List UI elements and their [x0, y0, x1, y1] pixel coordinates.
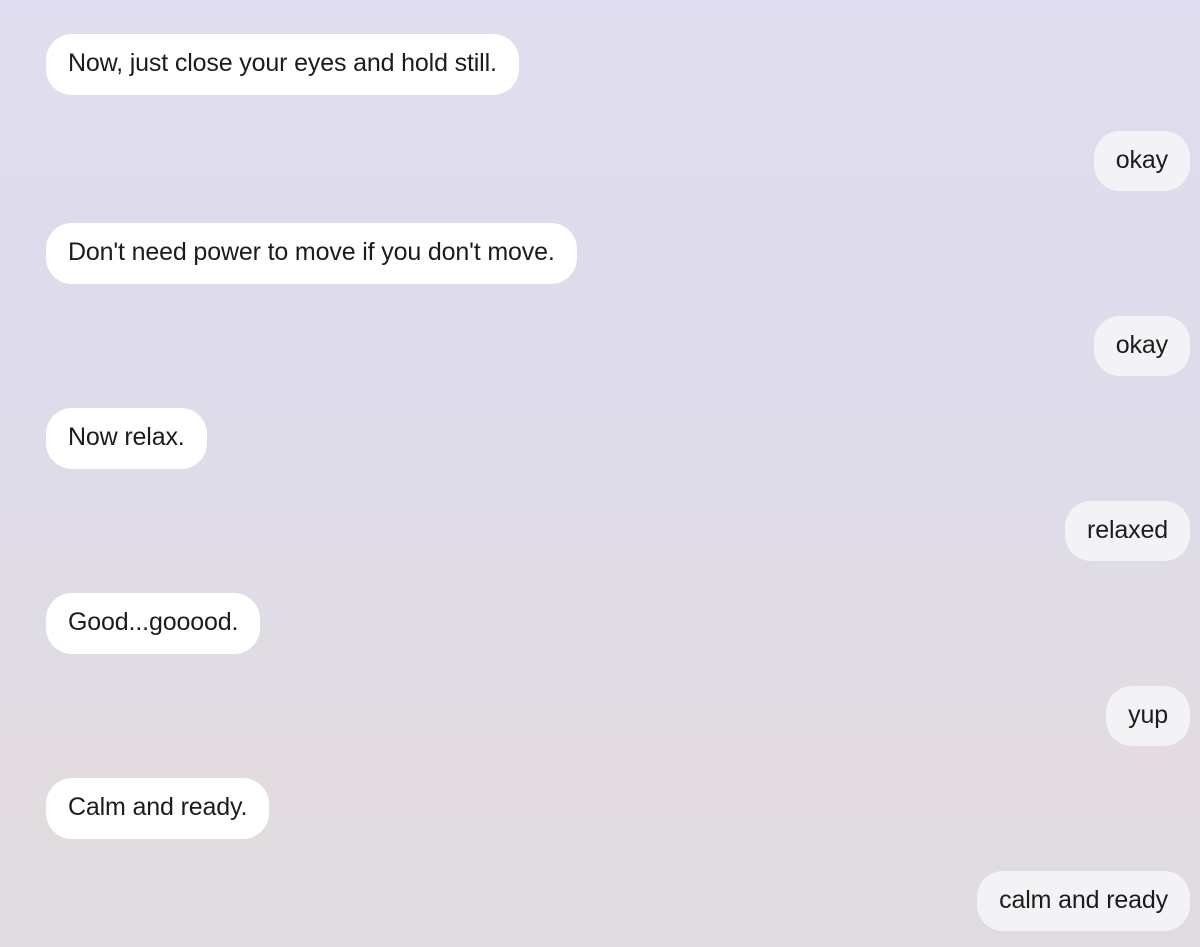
message-row [46, 0, 1190, 12]
message-row: Don't need power to move if you don't mo… [46, 223, 1190, 284]
message-row: relaxed [46, 500, 1190, 561]
message-row: Good...gooood. [46, 593, 1190, 654]
message-bubble-incoming[interactable]: Now, just close your eyes and hold still… [46, 34, 519, 95]
message-row: Now, just close your eyes and hold still… [46, 34, 1190, 95]
message-bubble-incoming[interactable]: Calm and ready. [46, 778, 270, 839]
message-bubble-incoming[interactable]: Don't need power to move if you don't mo… [46, 223, 577, 284]
message-row: Calm and ready. [46, 778, 1190, 839]
message-bubble-outgoing[interactable]: okay [1093, 315, 1190, 376]
message-row: yup [46, 685, 1190, 746]
message-row: okay [46, 130, 1190, 191]
conversation-thread[interactable]: Now, just close your eyes and hold still… [0, 0, 1200, 947]
message-bubble-incoming[interactable]: Good...gooood. [46, 593, 261, 654]
message-row: Now relax. [46, 408, 1190, 469]
message-bubble-outgoing[interactable]: okay [1093, 130, 1190, 191]
message-bubble-outgoing[interactable]: relaxed [1065, 500, 1190, 561]
message-row: okay [46, 315, 1190, 376]
message-row: calm and ready [46, 870, 1190, 931]
message-bubble-outgoing[interactable]: calm and ready [977, 870, 1190, 931]
message-bubble-outgoing[interactable]: yup [1106, 685, 1190, 746]
message-bubble-incoming[interactable]: Now relax. [46, 408, 207, 469]
